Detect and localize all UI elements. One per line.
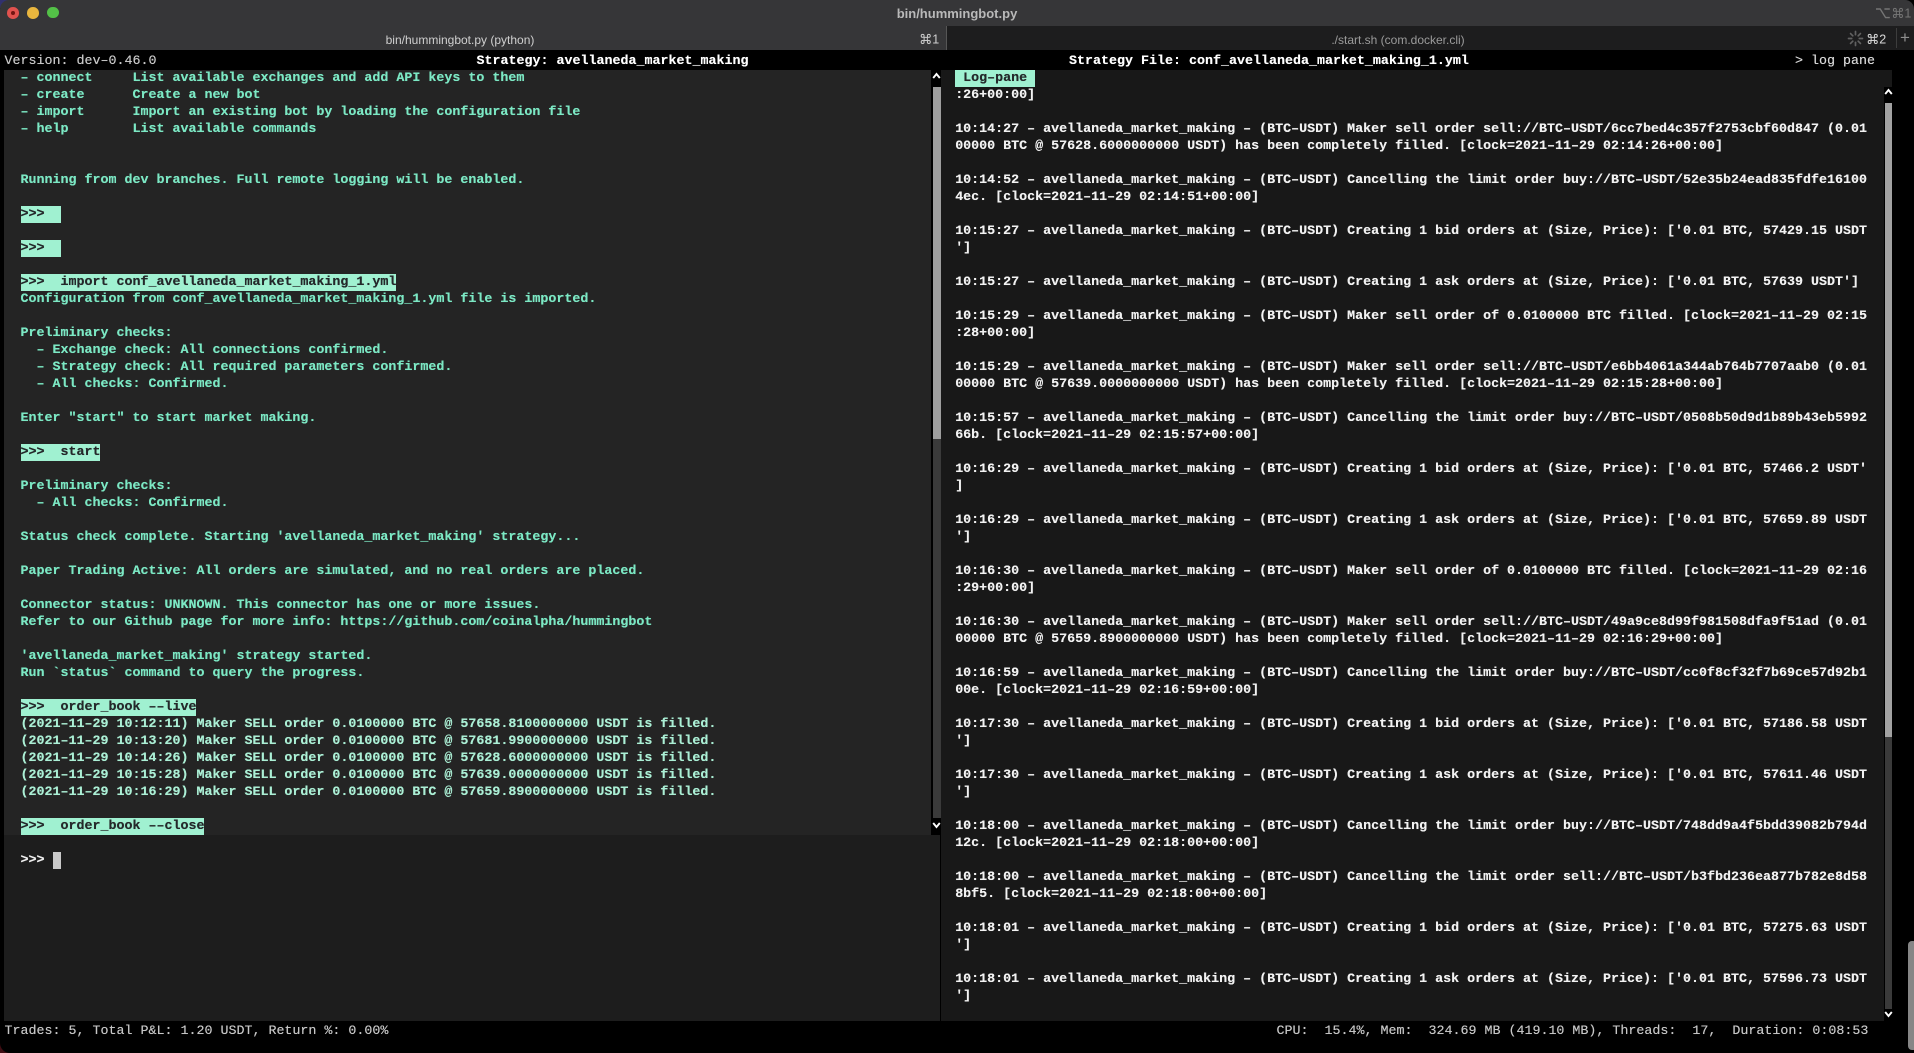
svg-text:1: 1 bbox=[1904, 7, 1911, 21]
svg-text:2: 2 bbox=[1879, 33, 1886, 47]
svg-text:1: 1 bbox=[932, 33, 939, 47]
